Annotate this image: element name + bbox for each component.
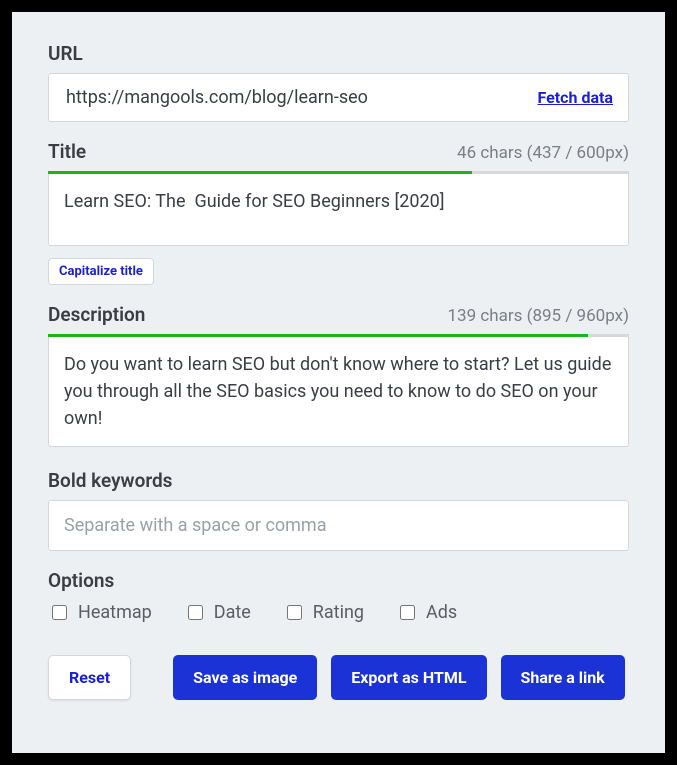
title-meta: 46 chars (437 / 600px) <box>457 143 629 163</box>
capitalize-title-button[interactable]: Capitalize title <box>48 258 154 285</box>
ads-label: Ads <box>426 602 457 623</box>
options-field-group: Options Heatmap Date Rating Ads <box>48 569 629 623</box>
url-input-container: Fetch data <box>48 73 629 122</box>
rating-label: Rating <box>313 602 364 623</box>
url-input[interactable] <box>64 86 528 109</box>
rating-checkbox[interactable] <box>287 605 302 620</box>
title-progress-fill <box>48 171 472 174</box>
description-progress-bar <box>48 334 629 337</box>
option-ads: Ads <box>396 602 457 623</box>
option-date: Date <box>184 602 251 623</box>
title-input[interactable] <box>48 174 629 246</box>
url-label: URL <box>48 42 83 65</box>
share-a-link-button[interactable]: Share a link <box>501 655 625 700</box>
date-label: Date <box>214 602 251 623</box>
action-buttons-row: Reset Save as image Export as HTML Share… <box>48 655 629 700</box>
description-meta: 139 chars (895 / 960px) <box>447 306 629 326</box>
bold-keywords-field-group: Bold keywords <box>48 469 629 551</box>
description-input[interactable] <box>48 337 629 447</box>
date-checkbox[interactable] <box>188 605 203 620</box>
description-progress-fill <box>48 334 588 337</box>
option-rating: Rating <box>283 602 364 623</box>
reset-button[interactable]: Reset <box>48 655 131 700</box>
title-label: Title <box>48 140 86 163</box>
description-field-group: Description 139 chars (895 / 960px) <box>48 303 629 451</box>
description-label: Description <box>48 303 145 326</box>
export-as-html-button[interactable]: Export as HTML <box>331 655 486 700</box>
fetch-data-link[interactable]: Fetch data <box>538 88 614 107</box>
bold-keywords-label: Bold keywords <box>48 469 172 492</box>
title-field-group: Title 46 chars (437 / 600px) Capitalize … <box>48 140 629 285</box>
ads-checkbox[interactable] <box>400 605 415 620</box>
heatmap-checkbox[interactable] <box>52 605 67 620</box>
serp-simulator-panel: URL Fetch data Title 46 chars (437 / 600… <box>12 12 665 753</box>
options-label: Options <box>48 569 114 592</box>
bold-keywords-input[interactable] <box>48 500 629 551</box>
title-progress-bar <box>48 171 629 174</box>
url-field-group: URL Fetch data <box>48 42 629 122</box>
heatmap-label: Heatmap <box>78 602 152 623</box>
save-as-image-button[interactable]: Save as image <box>173 655 317 700</box>
option-heatmap: Heatmap <box>48 602 152 623</box>
